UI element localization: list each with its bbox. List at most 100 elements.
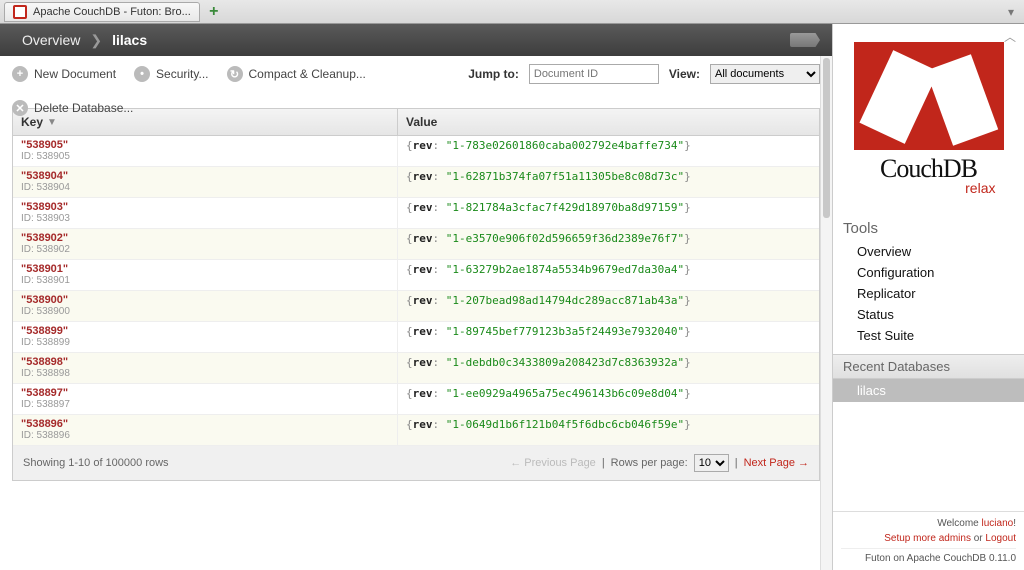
document-id: ID: 538896	[21, 430, 389, 441]
document-key[interactable]: "538903"	[21, 201, 389, 213]
cell-value: {rev: "1-0649d1b6f121b04f5f6dbc6cb046f59…	[398, 415, 819, 445]
column-header-value[interactable]: Value	[398, 109, 445, 135]
table-row[interactable]: "538898"ID: 538898{rev: "1-debdb0c343380…	[13, 353, 819, 384]
view-label: View:	[669, 67, 700, 81]
sort-desc-icon: ▼	[47, 117, 57, 128]
setup-admins-link[interactable]: Setup more admins	[884, 533, 971, 544]
pager: Showing 1-10 of 100000 rows ← Previous P…	[13, 446, 819, 480]
prev-page-button[interactable]: ← Previous Page	[510, 457, 596, 469]
document-id: ID: 538902	[21, 244, 389, 255]
sidebar-tool-item[interactable]: Status	[857, 304, 1024, 325]
table-row[interactable]: "538899"ID: 538899{rev: "1-89745bef77912…	[13, 322, 819, 353]
document-key[interactable]: "538898"	[21, 356, 389, 368]
documents-table: Key ▼ Value "538905"ID: 538905{rev: "1-7…	[12, 108, 820, 481]
cell-key: "538901"ID: 538901	[13, 260, 398, 290]
security-button[interactable]: • Security...	[134, 66, 208, 82]
jump-to-input[interactable]	[529, 64, 659, 84]
cell-value: {rev: "1-63279b2ae1874a5534b9679ed7da30a…	[398, 260, 819, 290]
table-row[interactable]: "538903"ID: 538903{rev: "1-821784a3cfac7…	[13, 198, 819, 229]
cell-value: {rev: "1-debdb0c3433809a208423d7c8363932…	[398, 353, 819, 383]
document-key[interactable]: "538899"	[21, 325, 389, 337]
cell-key: "538898"ID: 538898	[13, 353, 398, 383]
cell-value: {rev: "1-89745bef779123b3a5f24493e793204…	[398, 322, 819, 352]
tools-heading: Tools	[833, 214, 1024, 241]
table-row[interactable]: "538900"ID: 538900{rev: "1-207bead98ad14…	[13, 291, 819, 322]
toolbar: + New Document • Security... ↻ Compact &…	[0, 56, 832, 108]
document-id: ID: 538897	[21, 399, 389, 410]
cell-key: "538905"ID: 538905	[13, 136, 398, 166]
cell-key: "538899"ID: 538899	[13, 322, 398, 352]
sidebar: ︿ CouchDB relax Tools OverviewConfigurat…	[832, 24, 1024, 570]
cell-key: "538897"ID: 538897	[13, 384, 398, 414]
breadcrumb: Overview ❯ lilacs	[0, 24, 832, 56]
document-id: ID: 538900	[21, 306, 389, 317]
couchdb-logo-mark	[854, 42, 1004, 150]
cell-key: "538900"ID: 538900	[13, 291, 398, 321]
couchdb-logo: CouchDB relax	[854, 42, 1004, 196]
table-row[interactable]: "538902"ID: 538902{rev: "1-e3570e906f02d…	[13, 229, 819, 260]
recent-databases-heading: Recent Databases	[833, 354, 1024, 379]
cell-key: "538904"ID: 538904	[13, 167, 398, 197]
sidebar-tool-item[interactable]: Test Suite	[857, 325, 1024, 346]
chevron-right-icon: ❯	[90, 32, 102, 49]
document-id: ID: 538903	[21, 213, 389, 224]
rows-per-page-label: Rows per page:	[611, 457, 688, 469]
document-id: ID: 538899	[21, 337, 389, 348]
rows-per-page-select[interactable]: 10	[694, 454, 729, 472]
favicon-couchdb	[13, 5, 27, 19]
scrollbar[interactable]	[820, 56, 832, 570]
cell-value: {rev: "1-e3570e906f02d596659f36d2389e76f…	[398, 229, 819, 259]
couchdb-logo-relax: relax	[965, 180, 995, 196]
sidebar-tool-item[interactable]: Overview	[857, 241, 1024, 262]
document-key[interactable]: "538896"	[21, 418, 389, 430]
table-row[interactable]: "538897"ID: 538897{rev: "1-ee0929a4965a7…	[13, 384, 819, 415]
next-page-button[interactable]: Next Page →	[744, 457, 809, 469]
cell-value: {rev: "1-783e02601860caba002792e4baffe73…	[398, 136, 819, 166]
document-key[interactable]: "538905"	[21, 139, 389, 151]
tabbar-menu-caret-icon[interactable]: ▾	[1002, 5, 1020, 19]
table-row[interactable]: "538904"ID: 538904{rev: "1-62871b374fa07…	[13, 167, 819, 198]
document-id: ID: 538905	[21, 151, 389, 162]
new-document-button[interactable]: + New Document	[12, 66, 116, 82]
breadcrumb-overview[interactable]: Overview	[12, 32, 90, 48]
version-line: Futon on Apache CouchDB 0.11.0	[841, 548, 1016, 566]
cell-key: "538896"ID: 538896	[13, 415, 398, 445]
document-key[interactable]: "538902"	[21, 232, 389, 244]
table-row[interactable]: "538905"ID: 538905{rev: "1-783e02601860c…	[13, 136, 819, 167]
cell-value: {rev: "1-207bead98ad14794dc289acc871ab43…	[398, 291, 819, 321]
browser-tab-active[interactable]: Apache CouchDB - Futon: Bro...	[4, 2, 200, 22]
cell-key: "538903"ID: 538903	[13, 198, 398, 228]
new-tab-button[interactable]: +	[204, 3, 224, 21]
browser-tabbar: Apache CouchDB - Futon: Bro... + ▾	[0, 0, 1024, 24]
document-key[interactable]: "538904"	[21, 170, 389, 182]
view-select[interactable]: All documents	[710, 64, 820, 84]
table-row[interactable]: "538901"ID: 538901{rev: "1-63279b2ae1874…	[13, 260, 819, 291]
document-key[interactable]: "538897"	[21, 387, 389, 399]
document-id: ID: 538898	[21, 368, 389, 379]
plus-icon: +	[12, 66, 28, 82]
scrollbar-thumb[interactable]	[823, 58, 830, 218]
pager-status: Showing 1-10 of 100000 rows	[23, 457, 169, 469]
cell-key: "538902"ID: 538902	[13, 229, 398, 259]
sidebar-tool-item[interactable]: Replicator	[857, 283, 1024, 304]
compact-cleanup-button[interactable]: ↻ Compact & Cleanup...	[227, 66, 366, 82]
jump-to-label: Jump to:	[468, 67, 519, 81]
table-row[interactable]: "538896"ID: 538896{rev: "1-0649d1b6f121b…	[13, 415, 819, 446]
current-user-link[interactable]: luciano	[982, 518, 1014, 529]
document-key[interactable]: "538901"	[21, 263, 389, 275]
main-pane: Overview ❯ lilacs + New Document • Secur…	[0, 24, 832, 570]
couchdb-logo-name: CouchDB	[880, 154, 977, 184]
cell-value: {rev: "1-62871b374fa07f51a11305be8c08d73…	[398, 167, 819, 197]
document-id: ID: 538901	[21, 275, 389, 286]
document-id: ID: 538904	[21, 182, 389, 193]
cell-value: {rev: "1-821784a3cfac7f429d18970ba8d9715…	[398, 198, 819, 228]
column-header-key[interactable]: Key ▼	[13, 109, 398, 135]
cell-value: {rev: "1-ee0929a4965a75ec496143b6c09e8d0…	[398, 384, 819, 414]
breadcrumb-tag-icon	[790, 33, 820, 47]
logout-link[interactable]: Logout	[985, 533, 1016, 544]
collapse-sidebar-icon[interactable]: ︿	[1004, 28, 1016, 45]
sidebar-tool-item[interactable]: Configuration	[857, 262, 1024, 283]
breadcrumb-current: lilacs	[102, 32, 157, 48]
recent-db-item[interactable]: lilacs	[833, 379, 1024, 402]
document-key[interactable]: "538900"	[21, 294, 389, 306]
